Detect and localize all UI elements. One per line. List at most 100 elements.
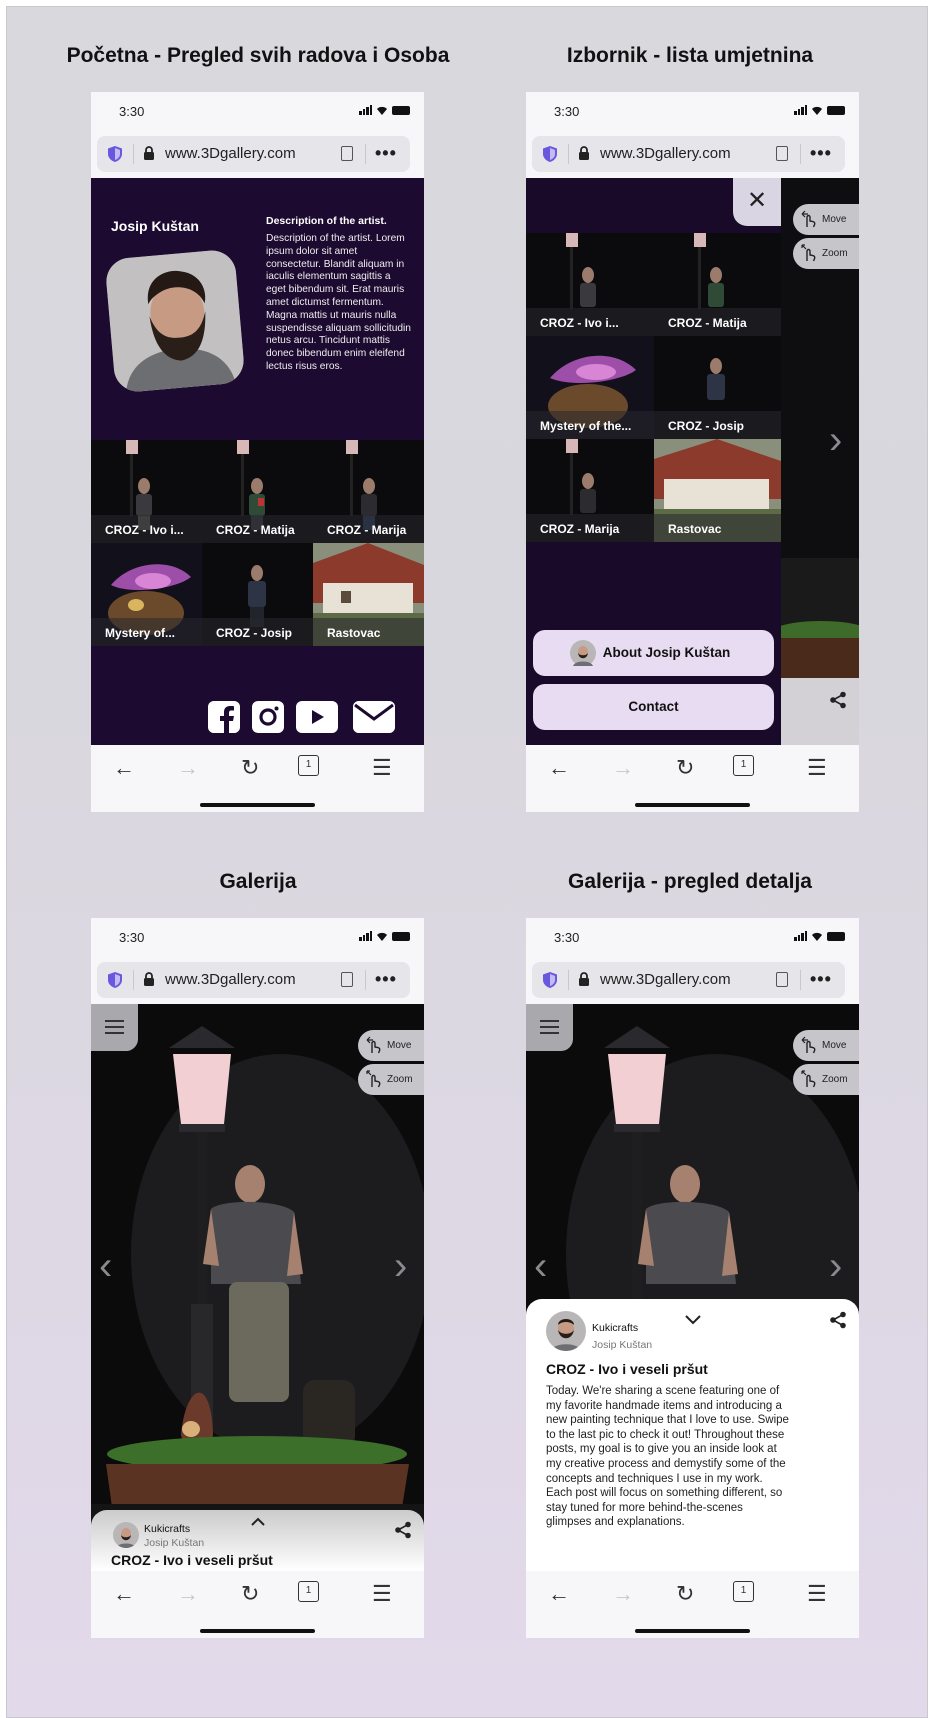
hamburger-menu-icon[interactable]: ☰ bbox=[807, 755, 827, 781]
mail-icon[interactable] bbox=[353, 701, 395, 733]
screen-title-menu: Izbornik - lista umjetnina bbox=[566, 44, 814, 67]
shield-icon[interactable] bbox=[107, 971, 123, 989]
reload-icon[interactable]: ↻ bbox=[241, 1581, 259, 1607]
address-bar[interactable]: www.3Dgallery.com ••• bbox=[97, 136, 410, 172]
work-label: CROZ - Ivo i... bbox=[526, 308, 654, 336]
address-bar[interactable]: www.3Dgallery.com ••• bbox=[97, 962, 410, 998]
hamburger-menu-icon[interactable]: ☰ bbox=[372, 755, 392, 781]
next-arrow-icon[interactable]: › bbox=[394, 1244, 407, 1289]
back-icon[interactable]: ← bbox=[548, 1581, 570, 1607]
move-control[interactable]: Move bbox=[358, 1030, 424, 1061]
post-preview-card[interactable]: Kukicrafts Josip Kuštan CROZ - Ivo i ves… bbox=[91, 1510, 424, 1571]
forward-icon[interactable]: → bbox=[612, 1581, 634, 1607]
back-icon[interactable]: ← bbox=[113, 1581, 135, 1607]
more-options-icon[interactable]: ••• bbox=[375, 143, 397, 164]
work-tile[interactable]: CROZ - Josip bbox=[654, 336, 781, 439]
facebook-icon[interactable] bbox=[208, 701, 240, 733]
shield-icon[interactable] bbox=[542, 971, 558, 989]
share-icon[interactable] bbox=[829, 1311, 847, 1329]
tabs-icon[interactable]: 1 bbox=[733, 1581, 754, 1602]
detail-content: Move Zoom ‹ › Kukicrafts Josip Kuštan CR… bbox=[526, 1004, 859, 1571]
forward-icon[interactable]: → bbox=[177, 1581, 199, 1607]
work-tile[interactable]: Mystery of... bbox=[91, 543, 202, 646]
zoom-label: Zoom bbox=[822, 248, 848, 259]
tabs-icon[interactable]: 1 bbox=[298, 1581, 319, 1602]
shield-icon[interactable] bbox=[542, 145, 558, 163]
address-bar[interactable]: www.3Dgallery.com ••• bbox=[532, 962, 845, 998]
work-tile[interactable]: Mystery of the... bbox=[526, 336, 654, 439]
close-menu-button[interactable]: ✕ bbox=[733, 178, 781, 226]
zoom-control[interactable]: Zoom bbox=[358, 1064, 424, 1095]
lock-icon bbox=[144, 146, 154, 160]
more-options-icon[interactable]: ••• bbox=[810, 969, 832, 990]
tabs-icon[interactable]: 1 bbox=[733, 755, 754, 776]
contact-button[interactable]: Contact bbox=[533, 684, 774, 730]
reader-mode-icon[interactable] bbox=[341, 972, 353, 987]
work-tile[interactable]: CROZ - Marija bbox=[526, 439, 654, 542]
work-tile[interactable]: CROZ - Ivo i... bbox=[91, 440, 202, 543]
reader-mode-icon[interactable] bbox=[341, 146, 353, 161]
reader-mode-icon[interactable] bbox=[776, 972, 788, 987]
signal-icon bbox=[359, 105, 372, 115]
hamburger-menu-icon[interactable]: ☰ bbox=[807, 1581, 827, 1607]
work-tile[interactable]: CROZ - Ivo i... bbox=[526, 233, 654, 336]
work-label: Mystery of the... bbox=[526, 411, 654, 439]
post-username: Kukicrafts bbox=[144, 1523, 191, 1535]
share-icon[interactable] bbox=[829, 691, 847, 709]
work-tile[interactable]: Rastovac bbox=[313, 543, 424, 646]
hamburger-menu-icon[interactable]: ☰ bbox=[372, 1581, 392, 1607]
screen-title-gallery: Galerija bbox=[219, 870, 297, 893]
post-author: Josip Kuštan bbox=[592, 1339, 653, 1351]
work-tile[interactable]: CROZ - Matija bbox=[654, 233, 781, 336]
reload-icon[interactable]: ↻ bbox=[676, 1581, 694, 1607]
back-icon[interactable]: ← bbox=[548, 755, 570, 781]
move-control[interactable]: Move bbox=[793, 1030, 859, 1061]
collapse-chevron-icon[interactable] bbox=[684, 1314, 702, 1325]
more-options-icon[interactable]: ••• bbox=[375, 969, 397, 990]
battery-icon bbox=[827, 931, 845, 941]
lock-icon bbox=[579, 972, 589, 986]
reload-icon[interactable]: ↻ bbox=[676, 755, 694, 781]
tabs-icon[interactable]: 1 bbox=[298, 755, 319, 776]
work-label: CROZ - Ivo i... bbox=[91, 515, 202, 543]
shield-icon[interactable] bbox=[107, 145, 123, 163]
hamburger-menu-button[interactable] bbox=[91, 1004, 138, 1051]
about-artist-button[interactable]: About Josip Kuštan bbox=[533, 630, 774, 676]
wifi-icon bbox=[377, 932, 387, 941]
status-time: 3:30 bbox=[119, 104, 145, 119]
url-text[interactable]: www.3Dgallery.com bbox=[600, 971, 731, 988]
previous-arrow-icon[interactable]: ‹ bbox=[534, 1244, 547, 1289]
home-indicator bbox=[200, 803, 315, 807]
zoom-control[interactable]: Zoom bbox=[793, 1064, 859, 1095]
next-arrow-icon[interactable]: › bbox=[829, 418, 842, 463]
work-tile[interactable]: CROZ - Marija bbox=[313, 440, 424, 543]
more-options-icon[interactable]: ••• bbox=[810, 143, 832, 164]
next-arrow-icon[interactable]: › bbox=[829, 1244, 842, 1289]
move-control[interactable]: Move bbox=[793, 204, 859, 235]
forward-icon[interactable]: → bbox=[612, 755, 634, 781]
move-label: Move bbox=[822, 214, 847, 225]
work-tile[interactable]: Rastovac bbox=[654, 439, 781, 542]
url-text[interactable]: www.3Dgallery.com bbox=[600, 145, 731, 162]
hamburger-menu-button[interactable] bbox=[526, 1004, 573, 1051]
back-icon[interactable]: ← bbox=[113, 755, 135, 781]
work-tile[interactable]: CROZ - Josip bbox=[202, 543, 313, 646]
reload-icon[interactable]: ↻ bbox=[241, 755, 259, 781]
youtube-icon[interactable] bbox=[296, 701, 338, 733]
wifi-icon bbox=[812, 106, 822, 115]
author-avatar bbox=[113, 1522, 139, 1548]
reader-mode-icon[interactable] bbox=[776, 146, 788, 161]
share-icon[interactable] bbox=[394, 1521, 412, 1539]
status-bar: 3:30 bbox=[526, 92, 859, 130]
address-bar[interactable]: www.3Dgallery.com ••• bbox=[532, 136, 845, 172]
previous-arrow-icon[interactable]: ‹ bbox=[99, 1244, 112, 1289]
forward-icon[interactable]: → bbox=[177, 755, 199, 781]
zoom-control[interactable]: Zoom bbox=[793, 238, 859, 269]
url-text[interactable]: www.3Dgallery.com bbox=[165, 145, 296, 162]
url-text[interactable]: www.3Dgallery.com bbox=[165, 971, 296, 988]
work-label: Rastovac bbox=[654, 514, 781, 542]
screen-title-home: Početna - Pregled svih radova i Osoba bbox=[66, 44, 450, 67]
work-tile[interactable]: CROZ - Matija bbox=[202, 440, 313, 543]
expand-chevron-icon[interactable] bbox=[250, 1517, 266, 1527]
instagram-icon[interactable] bbox=[252, 701, 284, 733]
